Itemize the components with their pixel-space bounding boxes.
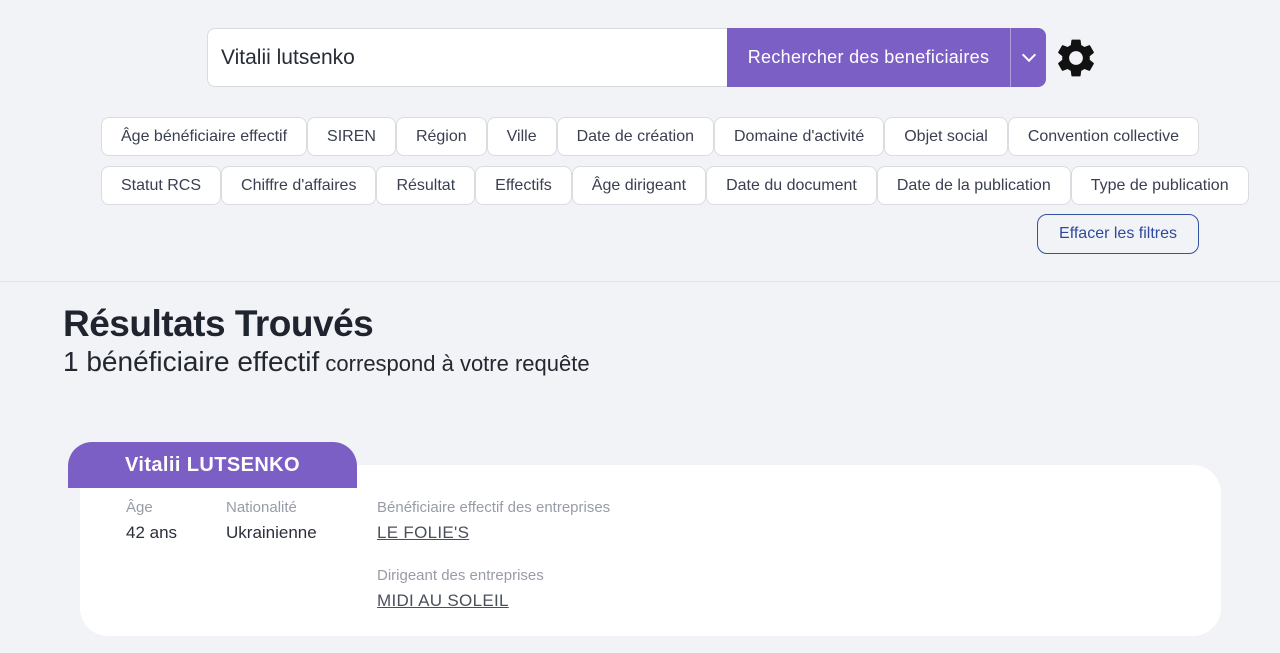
filter-chip-chiffre-d-affaires[interactable]: Chiffre d'affaires <box>221 166 376 205</box>
filter-chip-age-dirigeant[interactable]: Âge dirigeant <box>572 166 706 205</box>
beneficiary-of-group: Bénéficiaire effectif des entreprises LE… <box>377 499 1221 543</box>
search-dropdown-toggle[interactable] <box>1010 28 1046 87</box>
filter-chip-date-de-la-publication[interactable]: Date de la publication <box>877 166 1071 205</box>
nationality-value: Ukrainienne <box>226 523 377 543</box>
filter-chip-effectifs[interactable]: Effectifs <box>475 166 572 205</box>
beneficiary-name-tab[interactable]: Vitalii LUTSENKO <box>68 442 357 488</box>
results-count-suffix: correspond à votre requête <box>319 351 589 376</box>
filter-chip-siren[interactable]: SIREN <box>307 117 396 156</box>
search-input[interactable] <box>207 28 727 87</box>
results-subtitle: 1 bénéficiaire effectif correspond à vot… <box>63 346 1280 378</box>
age-label: Âge <box>126 499 226 516</box>
result-card: Vitalii LUTSENKO Âge 42 ans Nationalité … <box>68 442 1221 636</box>
search-bar: Rechercher des beneficiaires <box>207 28 1280 87</box>
results-title: Résultats Trouvés <box>63 303 1280 344</box>
section-divider <box>0 281 1280 282</box>
search-button[interactable]: Rechercher des beneficiaires <box>727 28 1010 87</box>
filter-chip-region[interactable]: Région <box>396 117 487 156</box>
director-of-label: Dirigeant des entreprises <box>377 567 1221 584</box>
page: Rechercher des beneficiaires Âge bénéfic… <box>0 28 1280 636</box>
companies-column: Bénéficiaire effectif des entreprises LE… <box>377 499 1221 636</box>
company-link-le-folies[interactable]: LE FOLIE'S <box>377 523 469 543</box>
filter-chip-type-de-publication[interactable]: Type de publication <box>1071 166 1249 205</box>
filter-chip-convention-collective[interactable]: Convention collective <box>1008 117 1199 156</box>
filter-chip-domaine-d-activite[interactable]: Domaine d'activité <box>714 117 884 156</box>
nationality-column: Nationalité Ukrainienne <box>226 499 377 636</box>
chevron-down-icon <box>1021 48 1035 62</box>
clear-filters-row: Effacer les filtres <box>101 214 1199 254</box>
settings-gear-icon[interactable] <box>1053 35 1099 81</box>
filter-chip-date-du-document[interactable]: Date du document <box>706 166 877 205</box>
beneficiary-name: Vitalii LUTSENKO <box>125 454 300 477</box>
filter-chip-objet-social[interactable]: Objet social <box>884 117 1008 156</box>
filter-chip-age-beneficiaire-effectif[interactable]: Âge bénéficiaire effectif <box>101 117 307 156</box>
clear-filters-button[interactable]: Effacer les filtres <box>1037 214 1199 254</box>
age-column: Âge 42 ans <box>126 499 226 636</box>
company-link-midi-au-soleil[interactable]: MIDI AU SOLEIL <box>377 591 509 611</box>
filters-panel: Âge bénéficiaire effectifSIRENRégionVill… <box>101 117 1199 254</box>
age-value: 42 ans <box>126 523 226 543</box>
filter-chip-ville[interactable]: Ville <box>487 117 557 156</box>
filter-chip-statut-rcs[interactable]: Statut RCS <box>101 166 221 205</box>
filter-row-1: Âge bénéficiaire effectifSIRENRégionVill… <box>101 117 1199 156</box>
results-header: Résultats Trouvés 1 bénéficiaire effecti… <box>63 303 1280 378</box>
director-of-group: Dirigeant des entreprises MIDI AU SOLEIL <box>377 567 1221 611</box>
filter-row-2: Statut RCSChiffre d'affairesRésultatEffe… <box>101 166 1199 205</box>
filter-chip-resultat[interactable]: Résultat <box>376 166 475 205</box>
filter-chip-date-de-creation[interactable]: Date de création <box>557 117 714 156</box>
result-card-body: Âge 42 ans Nationalité Ukrainienne Bénéf… <box>80 465 1221 636</box>
beneficiary-of-label: Bénéficiaire effectif des entreprises <box>377 499 1221 516</box>
results-count: 1 bénéficiaire effectif <box>63 346 319 377</box>
nationality-label: Nationalité <box>226 499 377 516</box>
